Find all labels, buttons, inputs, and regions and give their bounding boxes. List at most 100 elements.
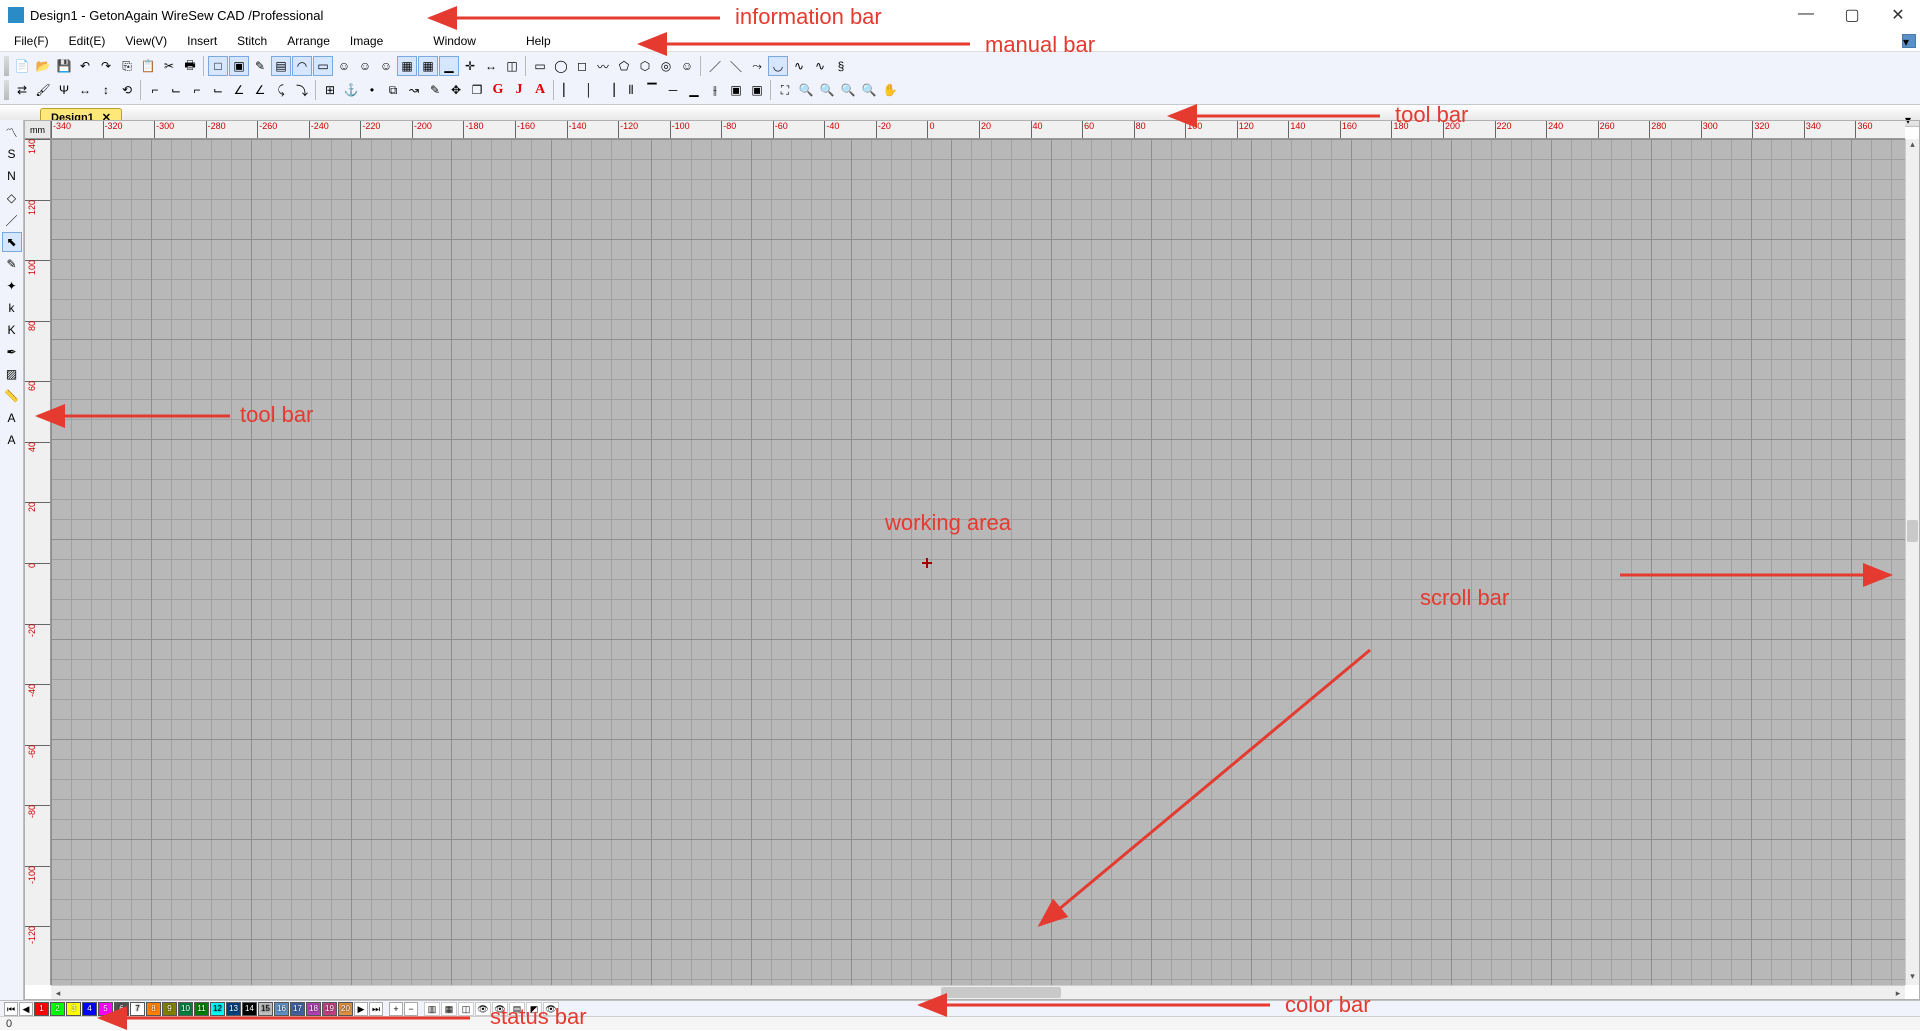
- color-swatch-17[interactable]: 17: [290, 1002, 305, 1016]
- menu-filef[interactable]: File(F): [4, 32, 59, 50]
- color-swatch-9[interactable]: 9: [162, 1002, 177, 1016]
- diamond-icon[interactable]: ◇: [2, 188, 22, 208]
- s-icon[interactable]: S: [2, 144, 22, 164]
- zoom-fit-icon[interactable]: ⛶: [775, 80, 795, 100]
- align-l-icon[interactable]: ▏: [558, 80, 578, 100]
- c6-icon[interactable]: ∠: [250, 80, 270, 100]
- c2-icon[interactable]: ⌙: [166, 80, 186, 100]
- zoom-1-icon[interactable]: 🔍: [859, 80, 879, 100]
- c4-icon[interactable]: ⌙: [208, 80, 228, 100]
- spiral-icon[interactable]: §: [831, 56, 851, 76]
- eye3-icon[interactable]: 👁: [543, 1002, 559, 1016]
- harr-icon[interactable]: ↔: [75, 80, 95, 100]
- align-c-icon[interactable]: │: [579, 80, 599, 100]
- dist-h-icon[interactable]: ⫴: [621, 80, 641, 100]
- canvas[interactable]: [51, 139, 1905, 985]
- view2-icon[interactable]: ▣: [229, 56, 249, 76]
- menu-help[interactable]: Help: [516, 32, 561, 50]
- open-icon[interactable]: 📂: [33, 56, 53, 76]
- grid2-icon[interactable]: ▦: [418, 56, 438, 76]
- pen2-icon[interactable]: ✒: [2, 342, 22, 362]
- curve-icon[interactable]: ◠: [292, 56, 312, 76]
- color-swatch-4[interactable]: 4: [82, 1002, 97, 1016]
- node2-icon[interactable]: ✦: [2, 276, 22, 296]
- scroll-right-icon[interactable]: ▸: [1891, 986, 1905, 999]
- letter-j[interactable]: J: [509, 80, 529, 100]
- zoom-sel-icon[interactable]: 🔍: [838, 80, 858, 100]
- k1-icon[interactable]: k: [2, 298, 22, 318]
- edit-icon[interactable]: ✎: [425, 80, 445, 100]
- select-icon[interactable]: ⬉: [2, 232, 22, 252]
- link-icon[interactable]: ⧉: [383, 80, 403, 100]
- scroll-h-thumb[interactable]: [941, 987, 1061, 998]
- menu-window[interactable]: Window: [423, 32, 486, 50]
- ruler-horizontal[interactable]: -340-320-300-280-260-240-220-200-180-160…: [51, 121, 1905, 139]
- line2-icon[interactable]: ＼: [726, 56, 746, 76]
- round-icon[interactable]: ◻: [572, 56, 592, 76]
- grid-icon[interactable]: ▦: [397, 56, 417, 76]
- color-swatch-20[interactable]: 20: [338, 1002, 353, 1016]
- chart-icon[interactable]: ▁: [439, 56, 459, 76]
- color-swatch-14[interactable]: 14: [242, 1002, 257, 1016]
- minimize-button[interactable]: —: [1792, 5, 1820, 25]
- align-m-icon[interactable]: ─: [663, 80, 683, 100]
- eye1-icon[interactable]: 👁: [475, 1002, 491, 1016]
- dist-v-icon[interactable]: ⫲: [705, 80, 725, 100]
- close-button[interactable]: ✕: [1884, 5, 1912, 25]
- menu-arrange[interactable]: Arrange: [277, 32, 340, 50]
- color-swatch-15[interactable]: 15: [258, 1002, 273, 1016]
- c7-icon[interactable]: ⤹: [271, 80, 291, 100]
- rot-icon[interactable]: ⟲: [117, 80, 137, 100]
- color-swatch-6[interactable]: 6: [114, 1002, 129, 1016]
- align-t-icon[interactable]: ▔: [642, 80, 662, 100]
- pen-icon[interactable]: ✎: [250, 56, 270, 76]
- scroll-v-thumb[interactable]: [1907, 520, 1918, 542]
- color-swatch-2[interactable]: 2: [50, 1002, 65, 1016]
- move-icon[interactable]: ✥: [446, 80, 466, 100]
- shape-icon[interactable]: ▭: [313, 56, 333, 76]
- sine-icon[interactable]: ∿: [789, 56, 809, 76]
- scroll-up-icon[interactable]: ▴: [1906, 139, 1919, 153]
- pal5-icon[interactable]: ◩: [526, 1002, 542, 1016]
- n-icon[interactable]: N: [2, 166, 22, 186]
- node-icon[interactable]: •: [362, 80, 382, 100]
- scroll-down-icon[interactable]: ▾: [1906, 971, 1919, 985]
- zoom-in-icon[interactable]: 🔍: [796, 80, 816, 100]
- person1-icon[interactable]: ☺: [334, 56, 354, 76]
- ellipse-icon[interactable]: ◯: [551, 56, 571, 76]
- cut-icon[interactable]: ✂: [159, 56, 179, 76]
- snap-icon[interactable]: ◫: [502, 56, 522, 76]
- pencil-icon[interactable]: ✎: [2, 254, 22, 274]
- brush-icon[interactable]: 🖌: [33, 80, 53, 100]
- text-icon[interactable]: A: [2, 408, 22, 428]
- save-icon[interactable]: 💾: [54, 56, 74, 76]
- color-swatch-7[interactable]: 7: [130, 1002, 145, 1016]
- color-swatch-19[interactable]: 19: [322, 1002, 337, 1016]
- color-swatch-5[interactable]: 5: [98, 1002, 113, 1016]
- color-swatch-10[interactable]: 10: [178, 1002, 193, 1016]
- redo-icon[interactable]: ↷: [96, 56, 116, 76]
- curve2-icon[interactable]: ⤳: [747, 56, 767, 76]
- c8-icon[interactable]: ⤵: [292, 80, 312, 100]
- scroll-left-icon[interactable]: ◂: [51, 986, 65, 999]
- grid3-icon[interactable]: ⊞: [320, 80, 340, 100]
- path-icon[interactable]: ↝: [404, 80, 424, 100]
- maximize-button[interactable]: ▢: [1838, 5, 1866, 25]
- eye2-icon[interactable]: 👁: [492, 1002, 508, 1016]
- zoom-out-icon[interactable]: 🔍: [817, 80, 837, 100]
- pal2-icon[interactable]: ▦: [441, 1002, 457, 1016]
- line1-icon[interactable]: ／: [705, 56, 725, 76]
- layer-icon[interactable]: ❐: [467, 80, 487, 100]
- color-nav-next[interactable]: ▶: [354, 1002, 368, 1016]
- pan-icon[interactable]: ✋: [880, 80, 900, 100]
- color-nav-first[interactable]: ⏮: [4, 1002, 18, 1016]
- view1-icon[interactable]: □: [208, 56, 228, 76]
- toolbar-grip[interactable]: [4, 56, 9, 76]
- color-swatch-8[interactable]: 8: [146, 1002, 161, 1016]
- print-icon[interactable]: 🖶: [180, 56, 200, 76]
- k2-icon[interactable]: K: [2, 320, 22, 340]
- rect-icon[interactable]: ▭: [530, 56, 550, 76]
- menu-image[interactable]: Image: [340, 32, 393, 50]
- hex-icon[interactable]: ⬡: [635, 56, 655, 76]
- target-icon[interactable]: ✛: [460, 56, 480, 76]
